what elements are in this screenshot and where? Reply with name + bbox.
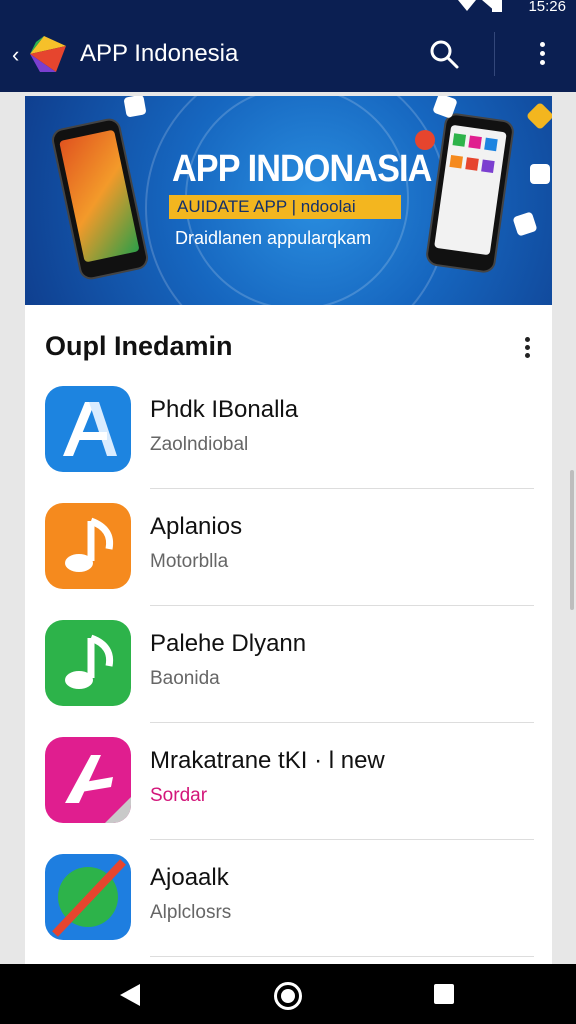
app-title: APP Indonesia [80,40,239,67]
section-title: Oupl Inedamin [45,331,233,361]
slash-circle-icon [45,854,131,940]
nav-back-icon[interactable] [120,984,140,1006]
app-name: Mrakatrane tKI · l new [150,747,385,774]
nav-home-icon[interactable] [274,982,302,1010]
banner-subtitle: Draidlanen appularqkam [175,228,372,248]
search-icon[interactable] [428,38,460,70]
a-letter-icon [45,386,131,472]
app-name: Phdk IBonalla [150,396,299,423]
list-divider [150,956,534,957]
banner-title: APP INDONASIA [172,148,432,190]
app-name: Aplanios [150,513,243,540]
app-subtitle: Motorblla [150,551,229,572]
navigation-bar [0,964,576,1024]
promo-banner[interactable]: APP INDONASIA AUIDATE APP | ndoolai Drai… [25,96,552,305]
music-note-icon [45,503,131,589]
app-bar-divider [494,32,495,76]
phone-illustration-left [49,116,151,282]
content-card: APP INDONASIA AUIDATE APP | ndoolai Drai… [25,96,552,976]
app-list-item[interactable]: Mrakatrane tKI · l new Sordar [25,723,552,840]
back-arrow-icon[interactable]: ‹ [12,42,19,68]
app-list-item[interactable]: Ajoaalk Alplclosrs [25,840,552,957]
nav-recents-icon[interactable] [434,984,454,1004]
music-note-icon [45,620,131,706]
location-pin-icon [415,130,435,150]
floating-app-icon [512,211,538,237]
floating-app-icon [530,164,550,184]
app-bar: ‹ APP Indonesia [0,18,576,92]
app-name: Palehe Dlyann [150,630,307,657]
app-list-item[interactable]: Palehe Dlyann Baonida [25,606,552,723]
app-subtitle: Alplclosrs [150,902,232,923]
signal-icon [458,0,476,11]
scrollbar[interactable] [570,470,574,610]
status-bar: 15:26 [0,0,576,18]
floating-app-icon [525,101,552,131]
app-subtitle: Zaolndiobal [150,434,249,455]
app-subtitle: Baonida [150,668,220,689]
floating-app-icon [123,96,147,118]
a-letter-icon [45,737,131,823]
banner-pill: AUIDATE APP | ndoolai [169,195,401,219]
app-list-item[interactable]: Aplanios Motorblla [25,489,552,606]
overflow-menu-icon[interactable] [528,38,556,70]
app-subtitle: Sordar [150,785,208,806]
app-logo-icon [30,36,66,72]
app-list-item[interactable]: Phdk IBonalla Zaolndiobal [25,372,552,489]
phone-illustration-right [424,111,516,275]
app-name: Ajoaalk [150,864,229,891]
section-more-icon[interactable] [521,334,533,364]
battery-icon [492,0,502,12]
status-time: 15:26 [528,0,566,15]
